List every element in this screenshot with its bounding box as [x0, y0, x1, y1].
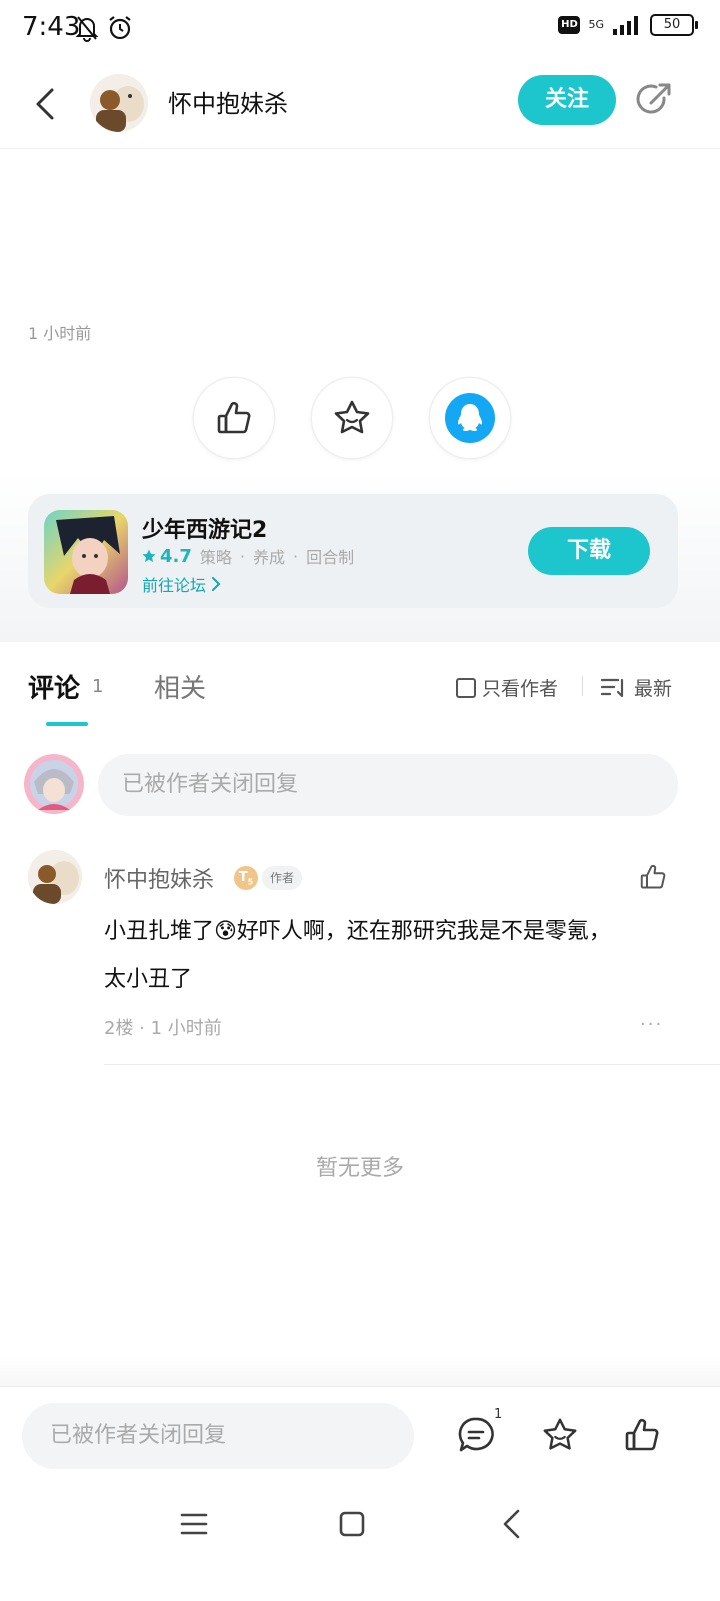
sort-button[interactable]: 最新: [600, 674, 672, 701]
share-icon: [636, 83, 671, 114]
game-tag: 养成: [253, 548, 286, 567]
like-icon: [625, 1418, 659, 1451]
nav-back-icon[interactable]: [498, 1508, 526, 1540]
game-tag: 回合制: [306, 548, 355, 567]
status-right-icons: HD 5G 50: [558, 14, 698, 36]
comment-divider: [104, 1064, 720, 1065]
post-timestamp: 1 小时前: [28, 324, 92, 343]
like-icon: [217, 401, 251, 434]
more-icon[interactable]: ···: [640, 1014, 663, 1035]
qq-icon: [445, 393, 495, 443]
game-tag: 策略: [199, 548, 232, 567]
alarm-icon: [109, 16, 131, 40]
status-left-icons: [74, 14, 134, 42]
author-only-toggle[interactable]: 只看作者: [456, 674, 558, 701]
like-post-button[interactable]: [194, 378, 274, 458]
game-rating: 4.7: [142, 546, 192, 567]
bottom-shadow: [0, 1356, 720, 1386]
share-button[interactable]: [634, 80, 674, 120]
comment-meta: 2楼 · 1 小时前: [104, 1018, 222, 1039]
battery: 50: [650, 14, 698, 36]
menu-icon[interactable]: [180, 1510, 208, 1538]
tab-indicator: [46, 722, 88, 726]
game-meta: 4.7 策略 · 养成 · 回合制: [142, 544, 354, 568]
comment-button[interactable]: [456, 1415, 496, 1455]
comment-like-button[interactable]: [638, 862, 668, 892]
game-icon-image: [44, 510, 128, 594]
mute-bell-icon: [75, 16, 99, 42]
like-button[interactable]: [622, 1415, 662, 1455]
tab-comments-count: 1: [92, 676, 104, 697]
game-title[interactable]: 少年西游记2: [142, 512, 267, 544]
star-icon: [543, 1418, 577, 1450]
status-time: 7:43: [22, 12, 81, 42]
tab-related[interactable]: 相关: [154, 668, 206, 705]
header: 怀中抱妹杀 关注: [0, 60, 720, 149]
status-bar: 7:43 HD 5G 50: [0, 0, 720, 60]
favorite-button[interactable]: [540, 1415, 580, 1455]
game-card[interactable]: 少年西游记2 4.7 策略 · 养成 · 回合制 前往论坛 下载: [28, 494, 678, 608]
comment-icon: [458, 1417, 494, 1452]
signal-icon: [613, 16, 638, 35]
comment-author[interactable]: 怀中抱妹杀: [104, 862, 214, 894]
author-name[interactable]: 怀中抱妹杀: [168, 84, 288, 119]
favorite-post-button[interactable]: [312, 378, 392, 458]
my-avatar[interactable]: [24, 754, 84, 814]
tab-comments[interactable]: 评论: [28, 668, 80, 705]
author-only-checkbox[interactable]: [456, 677, 476, 698]
home-icon[interactable]: [338, 1510, 366, 1538]
system-nav-bar: [0, 1486, 720, 1601]
comment-avatar-image: [28, 850, 82, 904]
author-tag: 作者: [262, 866, 302, 890]
share-qq-button[interactable]: [430, 378, 510, 458]
reply-input[interactable]: 已被作者关闭回复: [98, 754, 678, 816]
bottom-reply-input[interactable]: 已被作者关闭回复: [22, 1403, 414, 1469]
comment-count: 1: [494, 1407, 503, 1422]
level-badge: T5: [234, 866, 258, 890]
network-type: 5G: [588, 18, 604, 31]
my-avatar-image: [24, 754, 84, 814]
filter-divider: [582, 676, 583, 696]
no-more-text: 暂无更多: [315, 1156, 404, 1181]
comment-avatar[interactable]: [28, 850, 82, 904]
like-icon: [640, 864, 666, 889]
hd-badge: HD: [558, 16, 581, 34]
bottom-action-bar: 已被作者关闭回复 1: [0, 1386, 720, 1487]
back-button[interactable]: [30, 82, 66, 126]
forum-link[interactable]: 前往论坛: [142, 572, 222, 596]
avatar-image: [90, 74, 148, 132]
sort-icon: [600, 678, 624, 697]
chevron-right-icon: [212, 577, 221, 591]
follow-button[interactable]: 关注: [518, 75, 616, 125]
rating-star-icon: [142, 549, 156, 562]
author-avatar[interactable]: [90, 74, 148, 132]
download-button[interactable]: 下载: [528, 527, 650, 575]
comment-text: 小丑扎堆了😰好吓人啊，还在那研究我是不是零氪， 太小丑了: [104, 919, 611, 992]
game-icon[interactable]: [44, 510, 128, 594]
back-icon: [36, 88, 54, 120]
star-icon: [334, 400, 370, 434]
